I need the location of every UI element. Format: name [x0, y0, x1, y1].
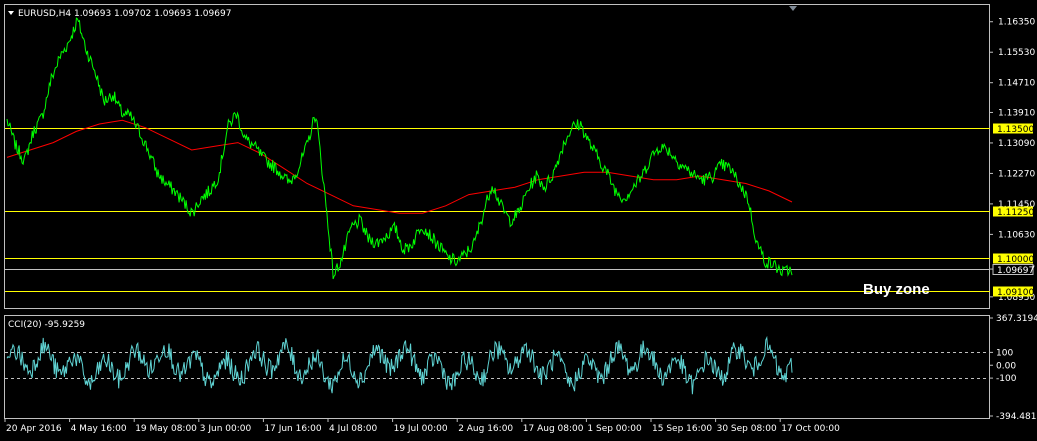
cci-tick-label: 100	[996, 348, 1013, 358]
time-tick-label: 17 Oct 00:00	[781, 424, 840, 434]
level-label: 1.11250	[997, 208, 1034, 218]
triangle-down-icon[interactable]	[8, 11, 14, 15]
time-tick-label: 19 May 08:00	[135, 424, 197, 434]
time-tick-label: 17 Jun 16:00	[264, 424, 321, 434]
price-tick-label: 1.14710	[998, 79, 1035, 89]
trading-chart[interactable]: EURUSD,H4 1.09693 1.09702 1.09693 1.0969…	[0, 0, 1037, 441]
time-tick-label: 15 Sep 16:00	[652, 424, 712, 434]
cci-panel-frame	[4, 315, 990, 419]
time-tick-label: 4 Jul 08:00	[329, 424, 378, 434]
cci-tick-label: -100	[996, 374, 1017, 384]
current-price-label: 1.09697	[997, 266, 1034, 276]
cci-tick-label: 0.00	[996, 361, 1016, 371]
cci-tick-label: -394.4815	[996, 412, 1037, 422]
time-tick-label: 1 Sep 00:00	[587, 424, 642, 434]
price-panel-frame	[4, 4, 990, 309]
cci-axis: 367.3194 100 0.00 -100 -394.4815	[990, 314, 1037, 422]
price-tick-label: 1.12270	[998, 169, 1035, 179]
buy-zone-annotation: Buy zone	[863, 281, 930, 298]
price-tick-label: 1.16350	[998, 18, 1035, 28]
price-tick-label: 1.13090	[998, 139, 1035, 149]
time-tick-label: 30 Sep 08:00	[717, 424, 777, 434]
horizontal-levels	[5, 128, 990, 292]
price-tick-label: 1.13910	[998, 108, 1035, 118]
price-tick-label: 1.10630	[998, 230, 1035, 240]
time-tick-label: 20 Apr 2016	[6, 424, 62, 434]
time-tick-label: 3 Jun 00:00	[200, 424, 252, 434]
time-axis: 20 Apr 2016 4 May 16:00 19 May 08:00 3 Jun …	[4, 418, 840, 434]
time-tick-label: 19 Jul 00:00	[394, 424, 448, 434]
time-tick-label: 2 Aug 16:00	[458, 424, 513, 434]
cci-series-line	[6, 335, 793, 395]
price-axis: 1.16350 1.15530 1.14710 1.13910 1.13090 1.122…	[990, 18, 1035, 303]
shift-marker-icon[interactable]	[789, 6, 797, 11]
level-label: 1.10000	[997, 255, 1034, 265]
price-tick-label: 1.15530	[998, 48, 1035, 58]
time-tick-label: 4 May 16:00	[71, 424, 127, 434]
chart-header-text: EURUSD,H4 1.09693 1.09702 1.09693 1.0969…	[18, 9, 231, 19]
level-label: 1.09100	[997, 288, 1034, 298]
cci-tick-label: 367.3194	[996, 314, 1037, 324]
price-series-line	[6, 17, 793, 280]
cci-title: CCI(20) -95.9259	[8, 320, 85, 330]
moving-average-line	[6, 119, 793, 214]
time-tick-label: 17 Aug 08:00	[523, 424, 584, 434]
level-label: 1.13500	[997, 125, 1034, 135]
